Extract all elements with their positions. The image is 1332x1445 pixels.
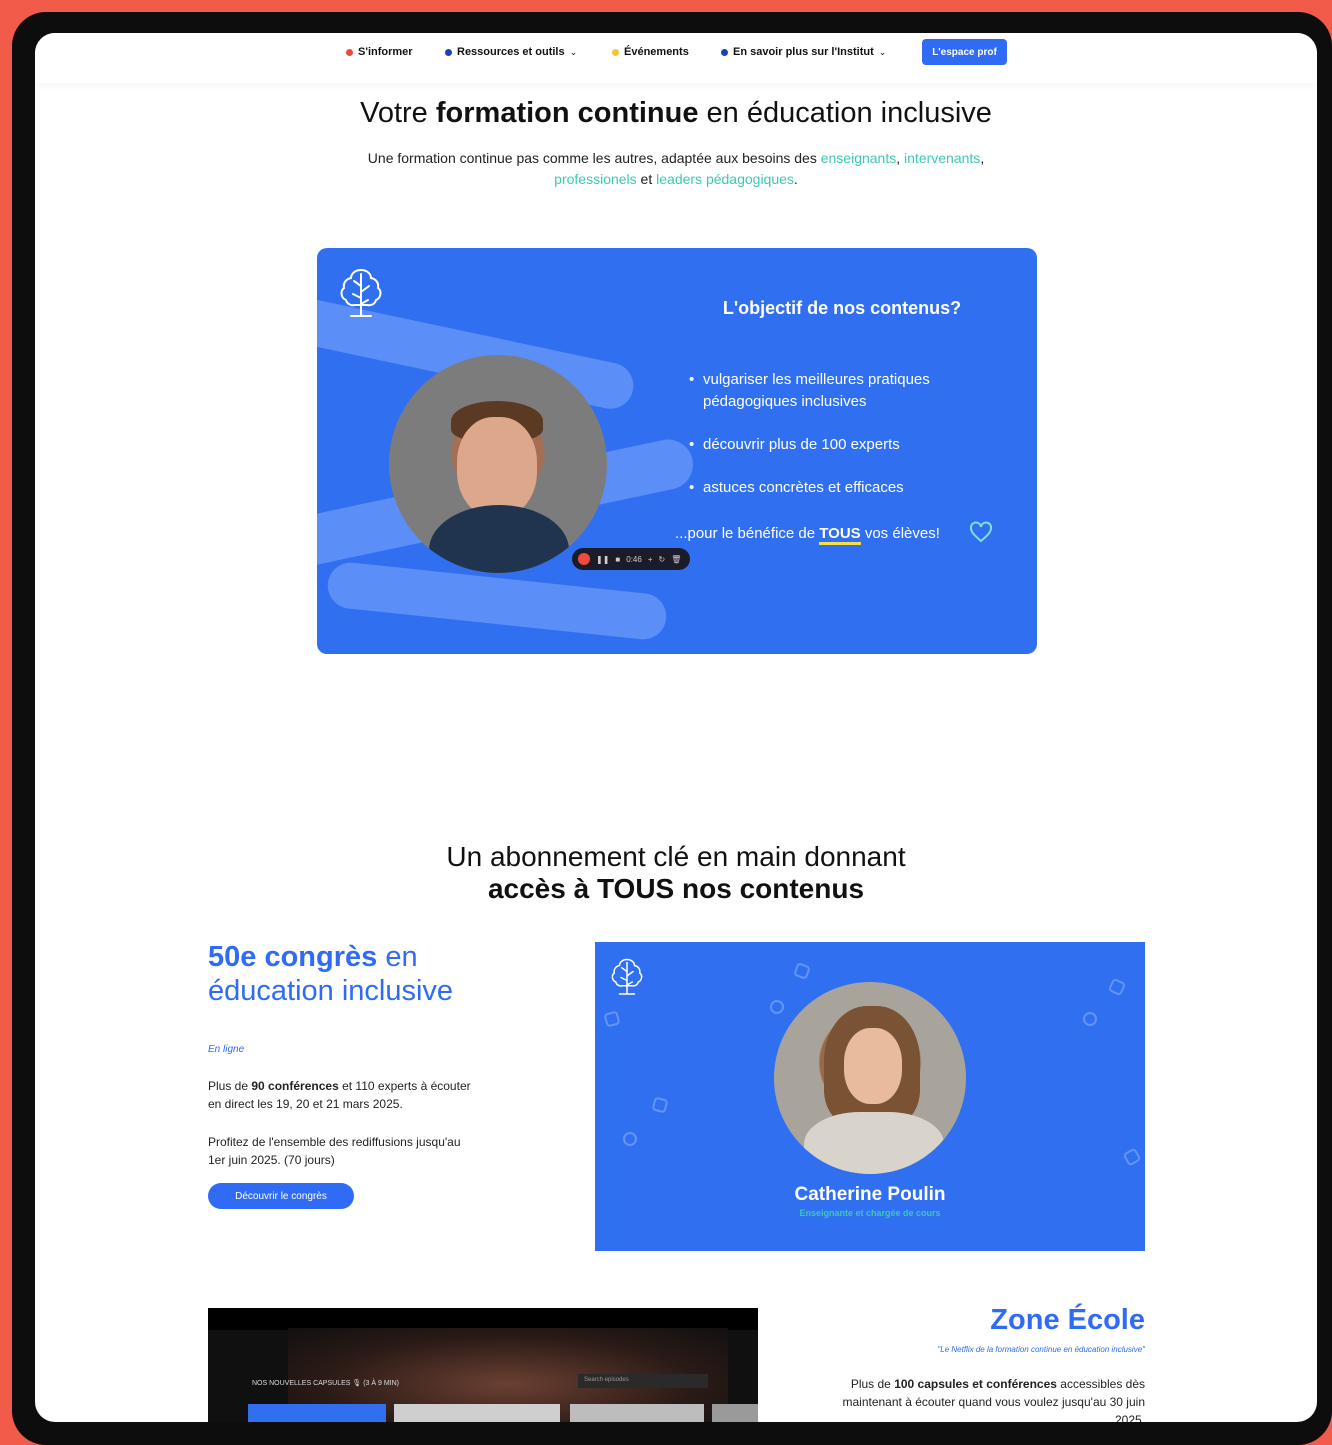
chevron-down-icon: ⌄ [878,46,887,57]
title-part: Votre [360,97,436,129]
subtitle-text: Une formation continue pas comme les aut… [367,150,821,166]
separator: et [636,171,657,187]
brain-tree-icon [340,268,382,317]
subscription-heading: Un abonnement clé en main donnant accès à… [35,841,1317,905]
nav-item-label: En savoir plus sur l'Institut [733,46,874,58]
red-dot-icon [346,48,353,56]
episode-search-input[interactable]: Search episodes [578,1374,708,1388]
title-part: en éducation inclusive [698,97,992,129]
link-professionels[interactable]: professionels [554,171,637,187]
desc-bold: 100 capsules et conférences [894,1377,1057,1391]
decorative-doodle [603,1010,621,1028]
episode-thumbnail[interactable] [570,1404,704,1422]
nav-item-evenements[interactable]: Événements [612,46,689,58]
speaker-name: Catherine Poulin [794,1184,946,1205]
presenter-portrait [389,355,607,573]
desc-part: Plus de [850,1377,895,1391]
episode-thumbnail[interactable] [248,1404,386,1422]
decorative-doodle [793,962,811,980]
nav-item-label: Ressources et outils [457,46,565,58]
footer-bold: TOUS [819,525,861,545]
page-title: Votre formation continue en éducation in… [35,97,1317,130]
card-heading: L'objectif de nos contenus? [722,298,962,318]
congres-tag: En ligne [208,1044,245,1055]
list-item: astuces concrètes et efficaces [689,477,989,499]
footer-part: ...pour le bénéfice de [675,525,820,542]
brain-tree-icon [611,958,643,995]
link-intervenants[interactable]: intervenants [904,150,980,166]
link-enseignants[interactable]: enseignants [821,150,897,166]
device-frame: S'informer Ressources et outils ⌄ Événem… [12,12,1332,1445]
speaker-portrait [774,982,966,1174]
congres-title: 50e congrès en éducation inclusive [208,940,468,1008]
plus-icon[interactable]: + [648,555,653,564]
zone-ecole-title: Zone École [990,1304,1145,1336]
speaker-card: Catherine Poulin Enseignante et chargée … [595,942,1145,1251]
heading-line-bold: accès à TOUS nos contenus [487,873,865,904]
zone-ecole-tagline: "Le Netflix de la formation continue en … [937,1345,1145,1354]
zone-ecole-preview[interactable]: NOS NOUVELLES CAPSULES 🎙 (3 À 9 MIN) Sea… [208,1308,758,1422]
browser-viewport: S'informer Ressources et outils ⌄ Événem… [35,33,1317,1422]
decorative-doodle [623,1132,637,1146]
list-item: vulgariser les meilleures pratiques péda… [689,369,989,413]
blue-dot-icon [721,48,728,56]
title-bold: formation continue [435,97,699,129]
separator: , [896,150,905,166]
separator: , [980,150,985,166]
espace-prof-button[interactable]: L'espace prof [922,39,1007,65]
preview-section-label: NOS NOUVELLES CAPSULES 🎙 (3 À 9 MIN) [252,1380,399,1387]
heart-icon [970,521,992,543]
congres-description: Plus de 90 conférences et 110 experts à … [208,1077,478,1113]
record-icon[interactable] [578,553,590,565]
decorative-doodle [1083,1012,1097,1026]
nav-item-label: S'informer [358,46,413,58]
decorative-doodle [1107,977,1127,997]
stop-icon[interactable]: ■ [615,555,620,564]
decorative-doodle [1122,1147,1142,1167]
nav-item-institut[interactable]: En savoir plus sur l'Institut ⌄ [721,46,886,58]
player-time: 0:46 [626,554,642,564]
decorative-doodle [770,1000,784,1014]
page-subtitle: Une formation continue pas comme les aut… [305,148,1047,190]
trash-icon[interactable]: 🗑 [671,555,681,564]
footer-part: vos élèves! [860,525,940,542]
video-player-controls[interactable]: ❚❚ ■ 0:46 + ↻ 🗑 [572,548,690,570]
list-item: découvrir plus de 100 experts [689,434,989,456]
desc-bold: 90 conférences [251,1079,339,1093]
nav-item-sinformer[interactable]: S'informer [346,46,413,58]
nav-item-label: Événements [624,46,689,58]
objectives-list: vulgariser les meilleures pratiques péda… [689,369,989,520]
card-footer-text: ...pour le bénéfice de TOUS vos élèves! [675,525,995,545]
separator: . [793,171,798,187]
pause-icon[interactable]: ❚❚ [596,555,609,564]
episode-thumbnail[interactable] [394,1404,560,1422]
refresh-icon[interactable]: ↻ [659,555,666,564]
link-leaders-pedagogiques[interactable]: leaders pédagogiques [656,171,794,187]
heading-line: Un abonnement clé en main donnant [446,841,906,872]
objectives-card: ❚❚ ■ 0:46 + ↻ 🗑 L'objectif de nos conten… [317,248,1037,654]
blue-dot-icon [445,48,452,56]
chevron-down-icon: ⌄ [569,46,578,57]
yellow-dot-icon [612,48,619,56]
preview-topbar [208,1308,758,1330]
decorative-doodle [651,1096,669,1114]
discover-congres-button[interactable]: Découvrir le congrès [208,1183,354,1209]
congres-replay-info: Profitez de l'ensemble des rediffusions … [208,1135,461,1167]
desc-part: Plus de [208,1079,252,1093]
nav-item-ressources[interactable]: Ressources et outils ⌄ [445,46,577,58]
speaker-role: Enseignante et chargée de cours [799,1208,941,1218]
episode-thumbnail[interactable] [712,1404,758,1422]
zone-ecole-description: Plus de 100 capsules et conférences acce… [815,1375,1145,1422]
top-navigation: S'informer Ressources et outils ⌄ Événem… [35,33,1317,83]
congres-title-bold: 50e congrès [208,941,378,973]
